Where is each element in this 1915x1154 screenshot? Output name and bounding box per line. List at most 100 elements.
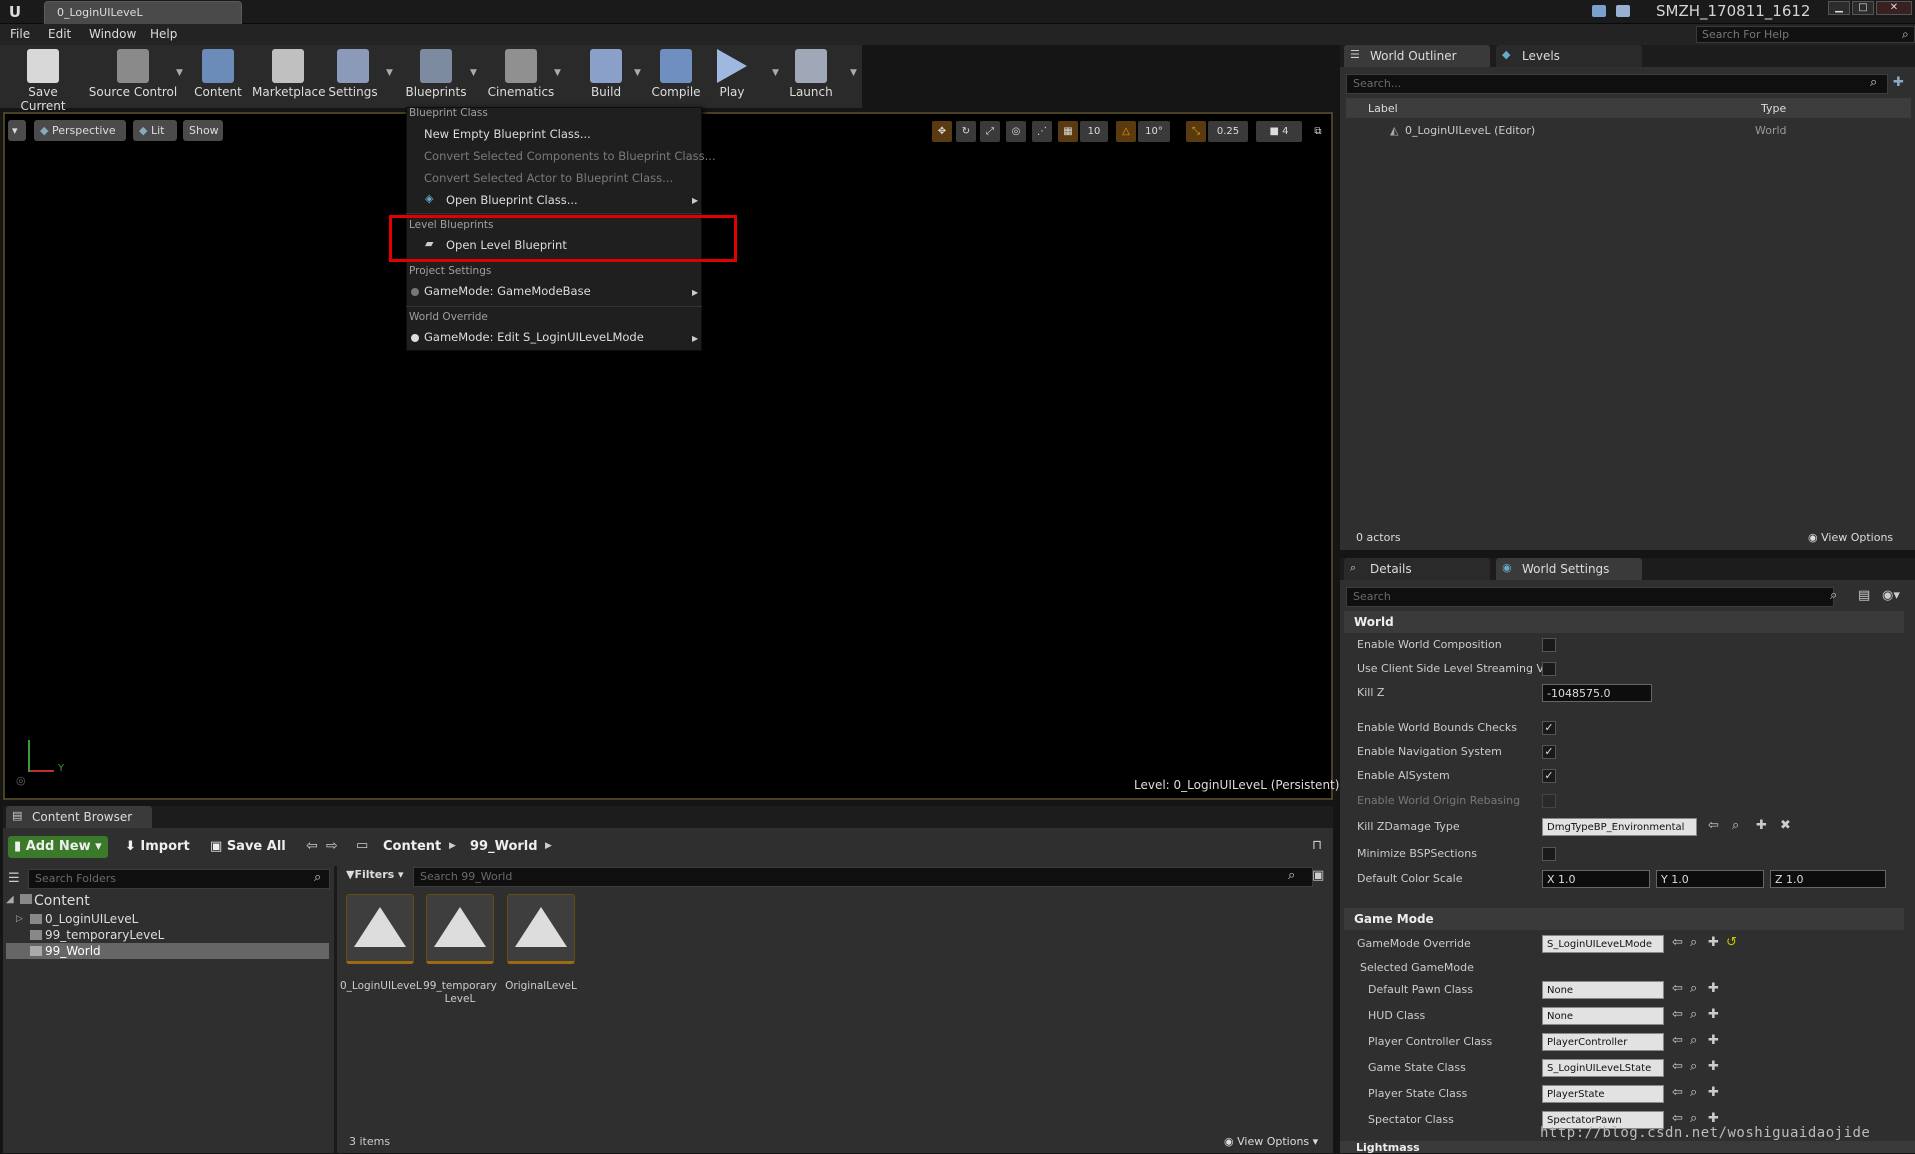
add-icon[interactable]: ✚ xyxy=(1708,981,1719,996)
blueprints-button[interactable]: Blueprints xyxy=(404,46,468,106)
tab-world-settings[interactable]: World Settings xyxy=(1496,558,1642,580)
maximize-button[interactable]: □ xyxy=(1852,1,1874,15)
add-icon[interactable]: ✚ xyxy=(1756,818,1767,833)
navigation-checkbox[interactable]: ✓ xyxy=(1542,745,1556,759)
asset-tile[interactable] xyxy=(346,894,414,964)
folder-99-temporarylevel[interactable]: 99_temporaryLeveL xyxy=(45,928,164,942)
save-search-icon[interactable]: ▣ xyxy=(1312,868,1324,883)
menu-edit[interactable]: Edit xyxy=(48,27,71,41)
kill-z-input[interactable]: -1048575.0 xyxy=(1542,684,1652,702)
gamemode-base-item[interactable]: GameMode: GameModeBase xyxy=(424,284,591,298)
expand-arrow-icon[interactable]: ◢ xyxy=(6,894,14,905)
search-folders-input[interactable]: Search Folders xyxy=(28,869,330,889)
asset-tile[interactable] xyxy=(507,894,575,964)
minimize-button[interactable]: ▁ xyxy=(1828,1,1850,15)
compile-button[interactable]: Compile xyxy=(648,46,704,106)
use-selected-icon[interactable]: ⇦ xyxy=(1672,935,1683,950)
menu-help[interactable]: Help xyxy=(150,27,177,41)
content-button[interactable]: Content xyxy=(192,46,244,106)
source-control-status-icon[interactable] xyxy=(1616,5,1630,17)
maximize-viewport-icon[interactable]: ⧉ xyxy=(1308,121,1328,142)
clear-icon[interactable]: ✖ xyxy=(1780,818,1791,833)
sources-toggle-icon[interactable]: ☰ xyxy=(8,871,20,886)
section-world[interactable]: World xyxy=(1344,611,1904,633)
folder-open-icon[interactable]: ▭ xyxy=(356,838,368,853)
lock-icon[interactable]: ⊓ xyxy=(1312,838,1322,853)
use-selected-icon[interactable]: ⇦ xyxy=(1708,818,1719,833)
new-empty-blueprint-class-item[interactable]: New Empty Blueprint Class... xyxy=(424,127,591,141)
source-control-button[interactable]: Source Control xyxy=(84,46,182,106)
browse-icon[interactable]: ⌕ xyxy=(1690,1111,1697,1126)
tab-content-browser[interactable]: Content Browser xyxy=(6,806,152,828)
menu-file[interactable]: File xyxy=(10,27,30,41)
reset-to-default-icon[interactable]: ↺ xyxy=(1726,935,1737,950)
add-icon[interactable]: ✚ xyxy=(1708,1085,1719,1100)
show-button[interactable]: Show xyxy=(183,120,223,141)
close-button[interactable]: ✕ xyxy=(1876,1,1912,15)
outliner-search-input[interactable]: Search... xyxy=(1346,74,1888,94)
browse-icon[interactable]: ⌕ xyxy=(1690,1033,1697,1048)
gamemode-edit-item[interactable]: GameMode: Edit S_LoginUILeveLMode xyxy=(424,330,644,344)
scale-snap-icon[interactable]: ⤡ xyxy=(1186,121,1206,142)
expand-arrow-icon[interactable]: ▷ xyxy=(16,914,23,924)
menu-window[interactable]: Window xyxy=(89,27,136,41)
tab-world-outliner[interactable]: World Outliner xyxy=(1344,45,1490,67)
dropdown-caret-icon[interactable]: ▼ xyxy=(772,68,779,78)
add-icon[interactable]: ✚ xyxy=(1708,1007,1719,1022)
rotation-snap-value[interactable]: 10° xyxy=(1138,121,1170,142)
add-icon[interactable]: ✚ xyxy=(1708,1033,1719,1048)
browse-icon[interactable]: ⌕ xyxy=(1690,981,1697,996)
default-pawn-combo[interactable]: None xyxy=(1542,981,1664,999)
grid-snap-value[interactable]: 10 xyxy=(1080,121,1108,142)
kill-zdamage-combo[interactable]: DmgTypeBP_Environmental xyxy=(1542,818,1697,836)
grid-snap-icon[interactable]: ▦ xyxy=(1058,121,1078,142)
perspective-button[interactable]: ◆ Perspective xyxy=(34,120,126,141)
asset-tile[interactable] xyxy=(426,894,494,964)
content-view-options[interactable]: ◉ View Options ▾ xyxy=(1224,1135,1318,1148)
use-selected-icon[interactable]: ⇦ xyxy=(1672,1059,1683,1074)
color-scale-y-input[interactable]: Y 1.0 xyxy=(1656,870,1764,888)
cinematics-button[interactable]: Cinematics xyxy=(480,46,562,106)
world-local-icon[interactable]: ◎ xyxy=(1006,121,1026,142)
settings-button[interactable]: Settings xyxy=(322,46,384,106)
details-search-input[interactable]: Search xyxy=(1346,587,1834,607)
convert-actor-item[interactable]: Convert Selected Actor to Blueprint Clas… xyxy=(424,171,673,185)
level-document-tab[interactable]: 0_LoginUILeveL xyxy=(44,1,242,24)
path-arrow-icon[interactable]: ▶ xyxy=(545,841,552,851)
section-lightmass[interactable] xyxy=(1340,1141,1915,1153)
search-assets-input[interactable]: Search 99_World xyxy=(413,867,1313,887)
outliner-row-label[interactable]: 0_LoginUILeveL (Editor) xyxy=(1405,124,1535,137)
browse-icon[interactable]: ⌕ xyxy=(1690,1007,1697,1022)
use-selected-icon[interactable]: ⇦ xyxy=(1672,1111,1683,1126)
marketplace-button[interactable]: Marketplace xyxy=(252,46,326,106)
section-game-mode[interactable]: Game Mode xyxy=(1344,908,1904,930)
surface-snap-icon[interactable]: ⋰ xyxy=(1032,121,1052,142)
rotate-mode-icon[interactable]: ↻ xyxy=(956,121,976,142)
dropdown-caret-icon[interactable]: ▼ xyxy=(386,68,393,78)
help-search-input[interactable]: Search For Help xyxy=(1696,26,1915,43)
outliner-view-options[interactable]: ◉ View Options xyxy=(1808,531,1893,544)
dropdown-caret-icon[interactable]: ▼ xyxy=(176,68,183,78)
viewport-options-button[interactable]: ▾ xyxy=(8,120,26,141)
use-selected-icon[interactable]: ⇦ xyxy=(1672,1085,1683,1100)
visibility-options-icon[interactable]: ◉▾ xyxy=(1882,588,1900,603)
player-controller-combo[interactable]: PlayerController xyxy=(1542,1033,1664,1051)
add-icon[interactable]: ✚ xyxy=(1708,1059,1719,1074)
gamemode-override-combo[interactable]: S_LoginUILeveLMode xyxy=(1542,935,1664,953)
dropdown-caret-icon[interactable]: ▼ xyxy=(634,68,641,78)
import-button[interactable]: ⬇ Import xyxy=(125,836,190,858)
use-selected-icon[interactable]: ⇦ xyxy=(1672,1033,1683,1048)
client-side-streaming-checkbox[interactable] xyxy=(1542,662,1556,676)
use-selected-icon[interactable]: ⇦ xyxy=(1672,1007,1683,1022)
color-scale-x-input[interactable]: X 1.0 xyxy=(1542,870,1650,888)
game-state-combo[interactable]: S_LoginUILeveLState xyxy=(1542,1059,1664,1077)
add-folder-icon[interactable]: ✚ xyxy=(1893,75,1904,90)
browse-icon[interactable]: ⌕ xyxy=(1690,1085,1697,1100)
add-icon[interactable]: ✚ xyxy=(1708,1111,1719,1126)
add-icon[interactable]: ✚ xyxy=(1708,935,1719,950)
browse-icon[interactable]: ⌕ xyxy=(1690,935,1697,950)
scale-snap-value[interactable]: 0.25 xyxy=(1208,121,1248,142)
scale-mode-icon[interactable]: ⤢ xyxy=(980,121,1000,142)
camera-speed-button[interactable]: ■ 4 xyxy=(1256,121,1302,142)
browse-icon[interactable]: ⌕ xyxy=(1690,1059,1697,1074)
